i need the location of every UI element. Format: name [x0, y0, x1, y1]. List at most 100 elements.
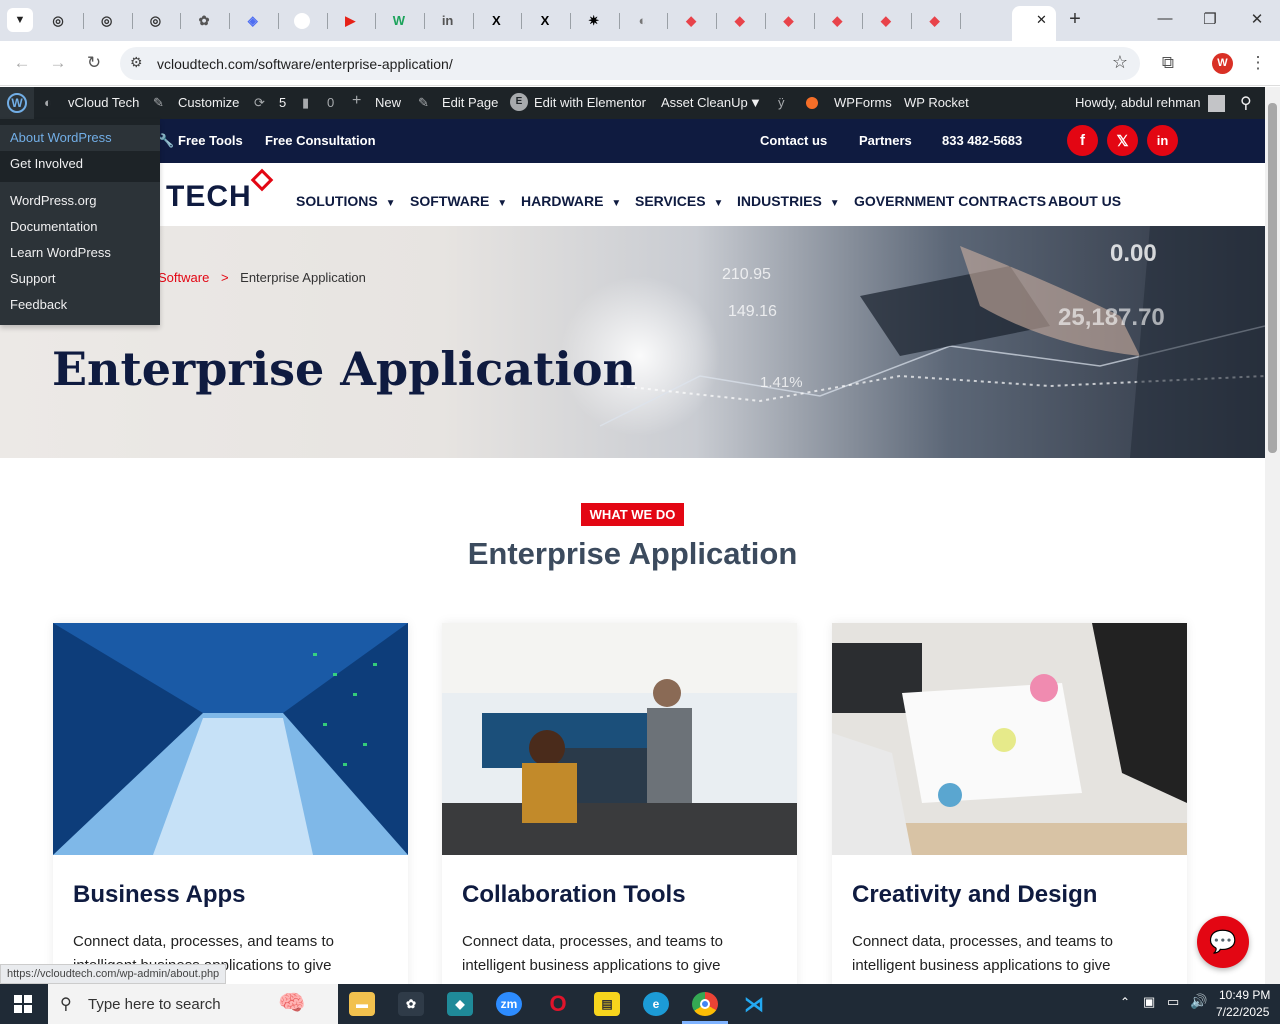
browser-tab[interactable]: ◎: [89, 7, 133, 34]
contact-link[interactable]: Contact us: [760, 133, 827, 148]
wp-edit-page[interactable]: Edit Page: [442, 95, 498, 110]
free-tools-link[interactable]: Free Tools: [178, 133, 243, 148]
menu-learn-wordpress[interactable]: Learn WordPress: [0, 240, 160, 266]
facebook-icon[interactable]: f: [1067, 125, 1098, 156]
tab-search-button[interactable]: ▼: [7, 8, 33, 32]
bookmark-star-icon[interactable]: ☆: [1112, 52, 1128, 73]
nav-government-contracts[interactable]: GOVERNMENT CONTRACTS: [854, 193, 1046, 209]
tray-network-icon[interactable]: ▣: [1143, 994, 1155, 1010]
wp-new[interactable]: New: [375, 95, 401, 110]
site-info-icon[interactable]: ⚙: [130, 54, 143, 71]
scrollbar-thumb[interactable]: [1268, 103, 1277, 453]
wp-customize[interactable]: Customize: [178, 95, 239, 110]
wp-howdy[interactable]: Howdy, abdul rehman: [1075, 95, 1201, 110]
browser-tab[interactable]: W: [381, 7, 425, 34]
wp-wpforms[interactable]: WPForms: [834, 95, 892, 110]
wp-site-name[interactable]: vCloud Tech: [68, 95, 139, 110]
browser-tab[interactable]: ◐: [624, 7, 669, 34]
edge-icon[interactable]: e: [643, 992, 669, 1016]
browser-tab[interactable]: X: [478, 7, 523, 34]
url-text[interactable]: vcloudtech.com/software/enterprise-appli…: [157, 56, 453, 72]
sticky-notes-icon[interactable]: ▤: [594, 992, 620, 1016]
menu-documentation[interactable]: Documentation: [0, 214, 160, 240]
browser-tab[interactable]: ◆: [722, 7, 766, 34]
menu-feedback[interactable]: Feedback: [0, 292, 160, 318]
app-icon[interactable]: ✿: [398, 992, 424, 1016]
taskbar-date[interactable]: 7/22/2025: [1216, 1005, 1269, 1019]
file-explorer-icon[interactable]: ▬: [349, 992, 375, 1016]
nav-services[interactable]: SERVICES ▼: [635, 193, 723, 209]
reload-icon[interactable]: ↻: [84, 53, 104, 73]
nav-about-us[interactable]: ABOUT US: [1048, 193, 1121, 209]
linkedin-icon[interactable]: in: [1147, 125, 1178, 156]
minimize-button[interactable]: —: [1155, 10, 1175, 27]
nav-solutions[interactable]: SOLUTIONS ▼: [296, 193, 395, 209]
card-creativity-design[interactable]: Creativity and Design Connect data, proc…: [832, 623, 1187, 993]
yoast-icon[interactable]: ÿ: [778, 95, 785, 110]
browser-tab[interactable]: ◈: [235, 7, 279, 34]
menu-support[interactable]: Support: [0, 266, 160, 292]
nav-industries[interactable]: INDUSTRIES ▼: [737, 193, 840, 209]
address-bar[interactable]: ⚙ vcloudtech.com/software/enterprise-app…: [120, 47, 1140, 80]
browser-tab[interactable]: ◆: [819, 7, 864, 34]
new-tab-button[interactable]: +: [1065, 8, 1085, 31]
wordpress-logo-icon[interactable]: W: [0, 87, 34, 119]
browser-tab[interactable]: X: [527, 7, 571, 34]
close-window-button[interactable]: ✕: [1247, 10, 1267, 28]
menu-about-wordpress[interactable]: About WordPress: [0, 125, 160, 151]
browser-tab[interactable]: ▶: [332, 7, 377, 34]
profile-avatar[interactable]: W: [1212, 53, 1233, 74]
browser-menu-icon[interactable]: ⋮: [1248, 53, 1268, 73]
chrome-icon[interactable]: [692, 992, 718, 1016]
card-collaboration-tools[interactable]: Collaboration Tools Connect data, proces…: [442, 623, 797, 993]
free-consultation-link[interactable]: Free Consultation: [265, 133, 376, 148]
zoom-icon[interactable]: zm: [496, 992, 522, 1016]
browser-tab[interactable]: in: [430, 7, 474, 34]
user-avatar-icon[interactable]: [1208, 95, 1225, 112]
opera-icon[interactable]: O: [545, 991, 571, 1016]
x-twitter-icon[interactable]: 𝕏: [1107, 125, 1138, 156]
taskbar-time[interactable]: 10:49 PM: [1219, 988, 1270, 1002]
browser-tab[interactable]: ✿: [186, 7, 231, 34]
browser-tab[interactable]: ✷: [576, 7, 620, 34]
wp-search-icon[interactable]: ⚲: [1240, 93, 1252, 113]
wp-rocket[interactable]: WP Rocket: [904, 95, 969, 110]
browser-tab[interactable]: ◆: [868, 7, 912, 34]
menu-wordpress-org[interactable]: WordPress.org: [0, 188, 160, 214]
app-icon[interactable]: ◆: [447, 992, 473, 1016]
browser-tab[interactable]: ◎: [137, 7, 182, 34]
browser-tab[interactable]: ◆: [673, 7, 718, 34]
browser-tab[interactable]: ◎: [40, 7, 84, 34]
tray-volume-icon[interactable]: 🔊: [1190, 993, 1207, 1010]
chat-widget-button[interactable]: 💬: [1197, 916, 1249, 968]
active-tab[interactable]: ✕: [1012, 6, 1056, 41]
close-tab-icon[interactable]: ✕: [1036, 12, 1047, 28]
extensions-icon[interactable]: ⧉: [1158, 53, 1178, 73]
nav-software[interactable]: SOFTWARE ▼: [410, 193, 507, 209]
site-logo[interactable]: TECH: [166, 168, 274, 214]
menu-get-involved[interactable]: Get Involved: [0, 151, 160, 177]
tab-favicon-icon: ◆: [832, 12, 843, 28]
wp-asset-cleanup[interactable]: Asset CleanUp: [661, 95, 748, 110]
browser-tab[interactable]: G: [284, 7, 328, 34]
windows-start-icon[interactable]: [14, 995, 32, 1013]
vscode-icon[interactable]: ⋊: [741, 992, 767, 1016]
card-business-apps[interactable]: Business Apps Connect data, processes, a…: [53, 623, 408, 993]
browser-tab[interactable]: ◆: [917, 7, 961, 34]
wp-updates-count[interactable]: 5: [279, 95, 286, 110]
wp-edit-elementor[interactable]: Edit with Elementor: [534, 95, 646, 110]
section-title: Enterprise Application: [467, 536, 798, 571]
nav-hardware[interactable]: HARDWARE ▼: [521, 193, 621, 209]
restore-button[interactable]: ❐: [1200, 10, 1220, 28]
browser-tab[interactable]: ◆: [771, 7, 815, 34]
tray-monitor-icon[interactable]: ▭: [1167, 994, 1179, 1010]
tray-chevron-icon[interactable]: ⌃: [1120, 995, 1130, 1009]
partners-link[interactable]: Partners: [859, 133, 912, 148]
taskbar-search[interactable]: ⚲ Type here to search 🧠: [48, 984, 338, 1024]
breadcrumb-software-link[interactable]: Software: [158, 270, 209, 285]
back-icon[interactable]: ←: [12, 53, 32, 73]
phone-link[interactable]: 833 482-5683: [942, 133, 1022, 148]
forward-icon[interactable]: →: [48, 53, 68, 73]
tab-favicon-icon: ◎: [149, 12, 162, 28]
wp-comments-count[interactable]: 0: [327, 95, 334, 110]
